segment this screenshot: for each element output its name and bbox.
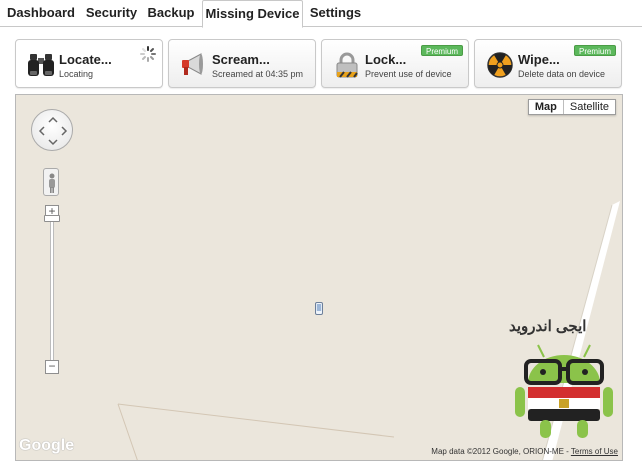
scream-button[interactable]: Scream... Screamed at 04:35 pm [168, 39, 316, 88]
locate-status: Locating [59, 69, 94, 79]
terms-of-use-link[interactable]: Terms of Use [571, 447, 618, 456]
pan-control[interactable] [31, 109, 73, 151]
zoom-out-button[interactable]: − [45, 360, 59, 374]
locate-title: Locate... [59, 52, 112, 67]
map-attribution: Map data ©2012 Google, ORION-ME - Terms … [431, 447, 618, 456]
attribution-text: Map data ©2012 Google, ORION-ME - [431, 447, 571, 456]
lock-status: Prevent use of device [365, 69, 452, 79]
android-mascot-icon [515, 344, 613, 438]
map-view[interactable]: Map Satellite + − ايجى اندرويد Google Ma… [15, 94, 623, 461]
street-view-pegman-icon[interactable] [43, 168, 59, 196]
premium-badge: Premium [420, 45, 463, 56]
map-type-map-button[interactable]: Map [529, 100, 564, 114]
premium-badge: Premium [573, 45, 616, 56]
scream-status: Screamed at 04:35 pm [212, 69, 304, 79]
zoom-slider-track[interactable] [50, 220, 54, 364]
tab-dashboard[interactable]: Dashboard [4, 0, 78, 27]
watermark-logo: ايجى اندرويد [506, 317, 622, 457]
scream-title: Scream... [212, 52, 270, 67]
locate-button[interactable]: Locate... Locating [15, 39, 163, 88]
google-logo[interactable]: Google [19, 437, 74, 455]
megaphone-icon [179, 51, 209, 79]
lock-title: Lock... [365, 52, 407, 67]
radiation-icon [485, 51, 515, 79]
wipe-button[interactable]: Wipe... Delete data on device Premium [474, 39, 622, 88]
map-type-satellite-button[interactable]: Satellite [564, 100, 615, 114]
wipe-title: Wipe... [518, 52, 560, 67]
map-type-control: Map Satellite [527, 99, 616, 115]
padlock-icon [332, 51, 362, 79]
loading-spinner-icon [139, 45, 157, 63]
device-location-marker-icon[interactable] [315, 302, 323, 315]
tab-bar: Dashboard Security Backup Missing Device… [0, 0, 642, 28]
pan-arrows-icon [38, 116, 68, 146]
tab-settings[interactable]: Settings [307, 0, 364, 27]
tab-backup[interactable]: Backup [145, 0, 197, 27]
binoculars-icon [26, 51, 56, 79]
lock-button[interactable]: Lock... Prevent use of device Premium [321, 39, 469, 88]
tab-missing-device[interactable]: Missing Device [202, 0, 303, 28]
tab-security[interactable]: Security [83, 0, 140, 27]
wipe-status: Delete data on device [518, 69, 606, 79]
zoom-slider-handle[interactable] [44, 215, 60, 222]
